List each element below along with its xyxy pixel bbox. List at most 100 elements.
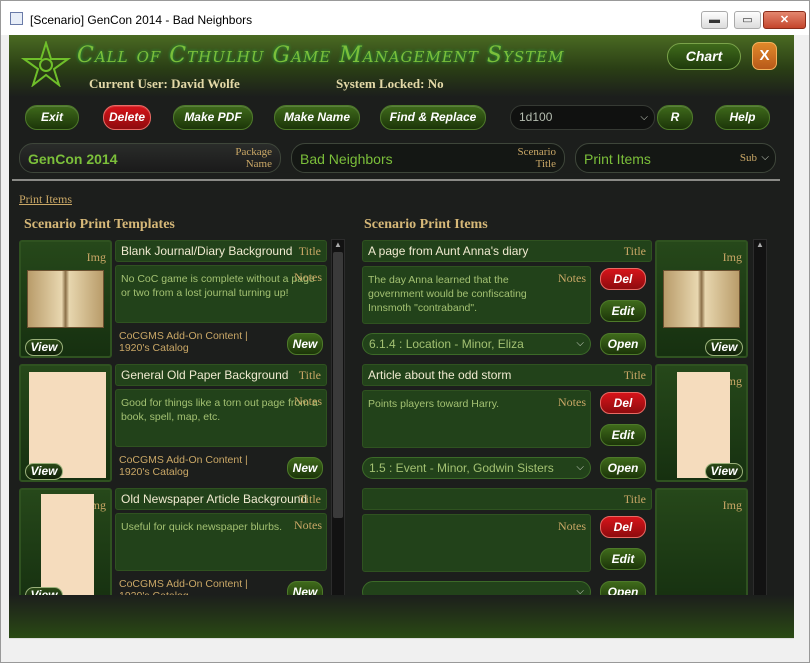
title-label: Title: [623, 492, 646, 506]
scroll-thumb[interactable]: [333, 252, 343, 518]
item-notes[interactable]: Notes: [362, 514, 591, 572]
window-title: [Scenario] GenCon 2014 - Bad Neighbors: [30, 13, 253, 27]
view-button[interactable]: View: [25, 463, 63, 480]
templates-heading: Scenario Print Templates: [24, 217, 175, 232]
item-link-select[interactable]: 1.5 : Event - Minor, Godwin Sisters ⌵: [362, 457, 591, 479]
template-notes-text: No CoC game is complete without a page o…: [121, 273, 315, 299]
scroll-up-icon[interactable]: ▲: [332, 240, 344, 250]
package-name-field[interactable]: GenCon 2014 Package Name: [19, 143, 281, 173]
template-notes-text: Useful for quick newspaper blurbs.: [121, 521, 283, 533]
notes-label: Notes: [558, 395, 586, 409]
template-image-panel: Img View: [19, 488, 112, 606]
template-title-text: Blank Journal/Diary Background: [121, 244, 293, 258]
template-notes: Good for things like a torn out page fro…: [115, 389, 327, 447]
app-window: [Scenario] GenCon 2014 - Bad Neighbors ▬…: [0, 0, 810, 663]
item-link-value: 1.5 : Event - Minor, Godwin Sisters: [369, 461, 554, 475]
delete-button[interactable]: Delete: [103, 105, 151, 130]
scenario-title-field[interactable]: Bad Neighbors Scenario Title: [291, 143, 565, 173]
close-button[interactable]: ✕: [763, 11, 806, 29]
dice-select[interactable]: 1d100 ⌵: [510, 105, 655, 130]
chevron-down-icon: ⌵: [640, 112, 648, 123]
img-label: Img: [722, 498, 742, 512]
edit-button[interactable]: Edit: [600, 548, 646, 570]
new-button[interactable]: New: [287, 457, 323, 479]
del-button[interactable]: Del: [600, 268, 646, 290]
sub-select[interactable]: Print Items Sub ⌵: [575, 143, 776, 173]
item-notes-text: Points players toward Harry.: [368, 398, 500, 410]
title-label: Title: [298, 492, 321, 506]
sub-select-value: Print Items: [584, 151, 651, 167]
template-notes: Useful for quick newspaper blurbs. Notes: [115, 513, 327, 571]
open-button[interactable]: Open: [600, 457, 646, 479]
exit-x-button[interactable]: X: [752, 42, 777, 70]
template-title: Old Newspaper Article Background Title: [115, 488, 327, 510]
minimize-button[interactable]: ▬: [701, 11, 728, 29]
title-label: Title: [298, 244, 321, 258]
edit-button[interactable]: Edit: [600, 300, 646, 322]
exit-button[interactable]: Exit: [25, 105, 79, 130]
img-label: Img: [86, 250, 106, 264]
make-pdf-button[interactable]: Make PDF: [173, 105, 253, 130]
package-name-label: Package Name: [235, 146, 272, 170]
notes-label: Notes: [558, 271, 586, 285]
breadcrumb-print-items[interactable]: Print Items: [19, 192, 72, 207]
view-button[interactable]: View: [705, 463, 743, 480]
scenario-title-value: Bad Neighbors: [300, 151, 393, 167]
del-button[interactable]: Del: [600, 516, 646, 538]
title-label: Title: [623, 368, 646, 382]
chevron-down-icon: ⌵: [576, 462, 584, 473]
title-label: Title: [623, 244, 646, 258]
item-link-select[interactable]: 6.1.4 : Location - Minor, Eliza ⌵: [362, 333, 591, 355]
view-button[interactable]: View: [25, 339, 63, 356]
template-image-panel: Img View: [19, 240, 112, 358]
template-notes: No CoC game is complete without a page o…: [115, 265, 327, 323]
view-button[interactable]: View: [705, 339, 743, 356]
dice-select-value: 1d100: [519, 110, 553, 124]
item-notes-text: The day Anna learned that the government…: [368, 274, 527, 314]
del-button[interactable]: Del: [600, 392, 646, 414]
chart-button[interactable]: Chart: [667, 43, 741, 70]
new-button[interactable]: New: [287, 333, 323, 355]
app-icon: [10, 12, 23, 25]
make-name-button[interactable]: Make Name: [274, 105, 360, 130]
edit-button[interactable]: Edit: [600, 424, 646, 446]
window-vertical-scrollbar[interactable]: [794, 35, 809, 638]
title-label: Title: [298, 368, 321, 382]
package-name-value: GenCon 2014: [28, 151, 118, 167]
template-title-text: General Old Paper Background: [121, 368, 289, 382]
help-button[interactable]: Help: [715, 105, 770, 130]
item-title[interactable]: Title: [362, 488, 652, 510]
find-replace-button[interactable]: Find & Replace: [380, 105, 486, 130]
item-title[interactable]: A page from Aunt Anna's diary Title: [362, 240, 652, 262]
open-button[interactable]: Open: [600, 333, 646, 355]
templates-scrollbar[interactable]: ▲ ▼: [331, 239, 345, 615]
scenario-title-label: Scenario Title: [517, 146, 556, 170]
chevron-down-icon: ⌵: [761, 152, 769, 163]
window-titlebar: [Scenario] GenCon 2014 - Bad Neighbors ▬…: [1, 1, 809, 35]
notes-label: Notes: [294, 518, 322, 532]
app-title: Call of Cthulhu Game Management System: [77, 43, 565, 68]
window-horizontal-scrollbar[interactable]: [9, 638, 794, 655]
template-title: General Old Paper Background Title: [115, 364, 327, 386]
current-user: Current User: David Wolfe: [89, 76, 240, 91]
img-label: Img: [722, 250, 742, 264]
item-notes[interactable]: Points players toward Harry. Notes: [362, 390, 591, 448]
item-image-panel: Img: [655, 488, 748, 606]
item-title-text: A page from Aunt Anna's diary: [368, 244, 529, 258]
app-header: Call of Cthulhu Game Management System C…: [9, 35, 794, 97]
template-image-panel: Img View: [19, 364, 112, 482]
template-notes-text: Good for things like a torn out page fro…: [121, 397, 318, 423]
maximize-button[interactable]: ▭: [734, 11, 761, 29]
template-catalog: CoCGMS Add-On Content |1920's Catalog: [119, 330, 248, 354]
roll-button[interactable]: R: [657, 105, 693, 130]
notes-label: Notes: [294, 394, 322, 408]
items-scrollbar[interactable]: ▲ ▼: [753, 239, 767, 615]
app-content: Call of Cthulhu Game Management System C…: [9, 35, 794, 638]
scroll-up-icon[interactable]: ▲: [754, 240, 766, 250]
template-catalog: CoCGMS Add-On Content |1920's Catalog: [119, 454, 248, 478]
chevron-down-icon: ⌵: [576, 338, 584, 349]
app-footer: [9, 595, 794, 638]
item-link-value: 6.1.4 : Location - Minor, Eliza: [369, 337, 524, 351]
item-notes[interactable]: The day Anna learned that the government…: [362, 266, 591, 324]
item-title[interactable]: Article about the odd storm Title: [362, 364, 652, 386]
